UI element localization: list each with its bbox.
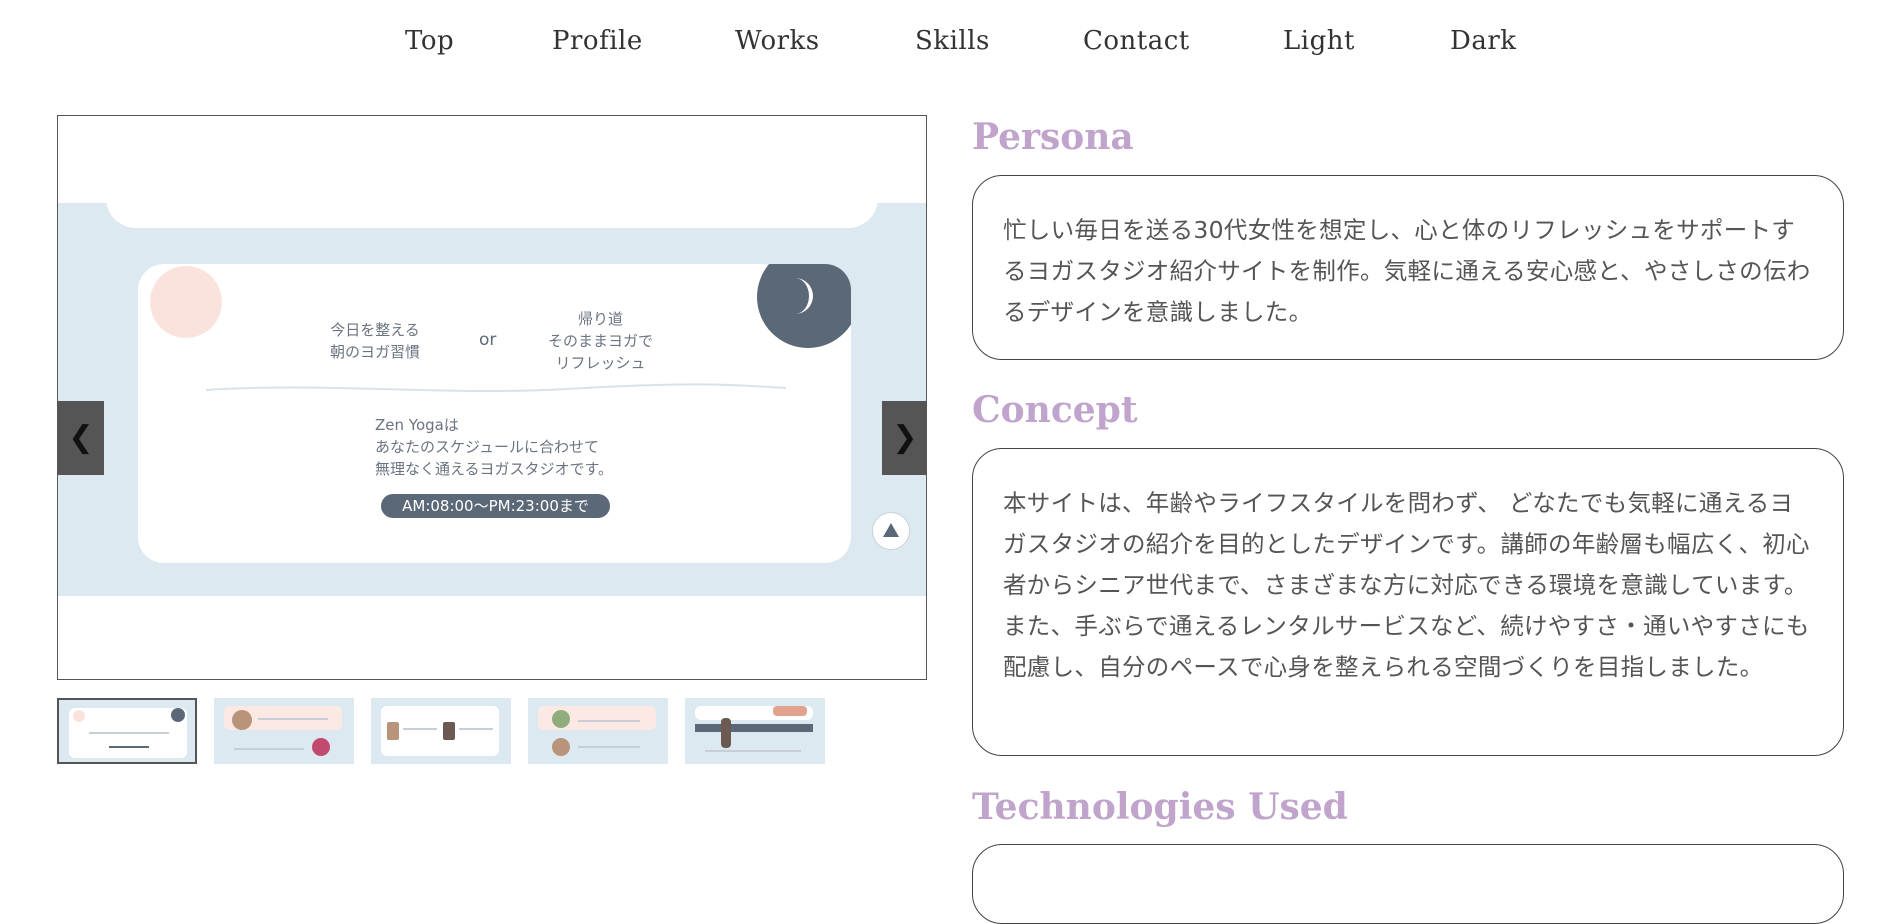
persona-box: 忙しい毎日を送る30代女性を想定し、心と体のリフレッシュをサポートするヨガスタジ…	[972, 175, 1844, 360]
top-navigation: Top Profile Works Skills Contact Light D…	[0, 22, 1900, 68]
slider-next-button[interactable]: ❯	[882, 401, 926, 475]
or-label: or	[479, 330, 497, 350]
slider-prev-button[interactable]: ❮	[58, 401, 104, 475]
decorative-circle	[150, 266, 222, 338]
technologies-box	[972, 844, 1844, 924]
evening-yoga-text: 帰り道 そのままヨガで リフレッシュ	[548, 310, 654, 372]
nav-link-dark-theme[interactable]: Dark	[1450, 26, 1517, 56]
persona-heading: Persona	[972, 116, 1134, 158]
persona-text: 忙しい毎日を送る30代女性を想定し、心と体のリフレッシュをサポートするヨガスタジ…	[1003, 216, 1811, 326]
wave-divider	[206, 383, 786, 393]
nav-link-skills[interactable]: Skills	[915, 26, 990, 56]
concept-text: 本サイトは、年齢やライフスタイルを問わず、 どなたでも気軽に通えるヨガスタジオの…	[1003, 489, 1810, 681]
moon-icon	[757, 264, 851, 348]
slide-hero-card: 今日を整える 朝のヨガ習慣 or 帰り道 そのままヨガで リフレッシュ Zen …	[138, 264, 851, 563]
thumbnail-1[interactable]	[57, 698, 197, 764]
opening-hours-badge: AM:08:00〜PM:23:00まで	[381, 494, 610, 518]
concept-heading: Concept	[972, 389, 1138, 431]
morning-yoga-text: 今日を整える 朝のヨガ習慣	[330, 321, 421, 361]
scroll-top-icon	[872, 512, 910, 550]
nav-link-contact[interactable]: Contact	[1083, 26, 1190, 56]
nav-link-works[interactable]: Works	[735, 26, 820, 56]
nav-link-top[interactable]: Top	[405, 26, 454, 56]
works-image-slider: 今日を整える 朝のヨガ習慣 or 帰り道 そのままヨガで リフレッシュ Zen …	[57, 115, 927, 680]
technologies-heading: Technologies Used	[972, 786, 1348, 828]
concept-box: 本サイトは、年齢やライフスタイルを問わず、 どなたでも気軽に通えるヨガスタジオの…	[972, 448, 1844, 756]
thumbnail-4[interactable]	[528, 698, 668, 764]
thumbnail-5[interactable]	[685, 698, 825, 764]
studio-description: Zen Yogaは あなたのスケジュールに合わせて 無理なく通えるヨガスタジオで…	[375, 416, 614, 478]
thumbnail-3[interactable]	[371, 698, 511, 764]
nav-link-profile[interactable]: Profile	[552, 26, 643, 56]
slider-thumbnails	[57, 698, 837, 764]
thumbnail-2[interactable]	[214, 698, 354, 764]
nav-link-light-theme[interactable]: Light	[1283, 26, 1355, 56]
slide-header-card	[106, 176, 878, 228]
